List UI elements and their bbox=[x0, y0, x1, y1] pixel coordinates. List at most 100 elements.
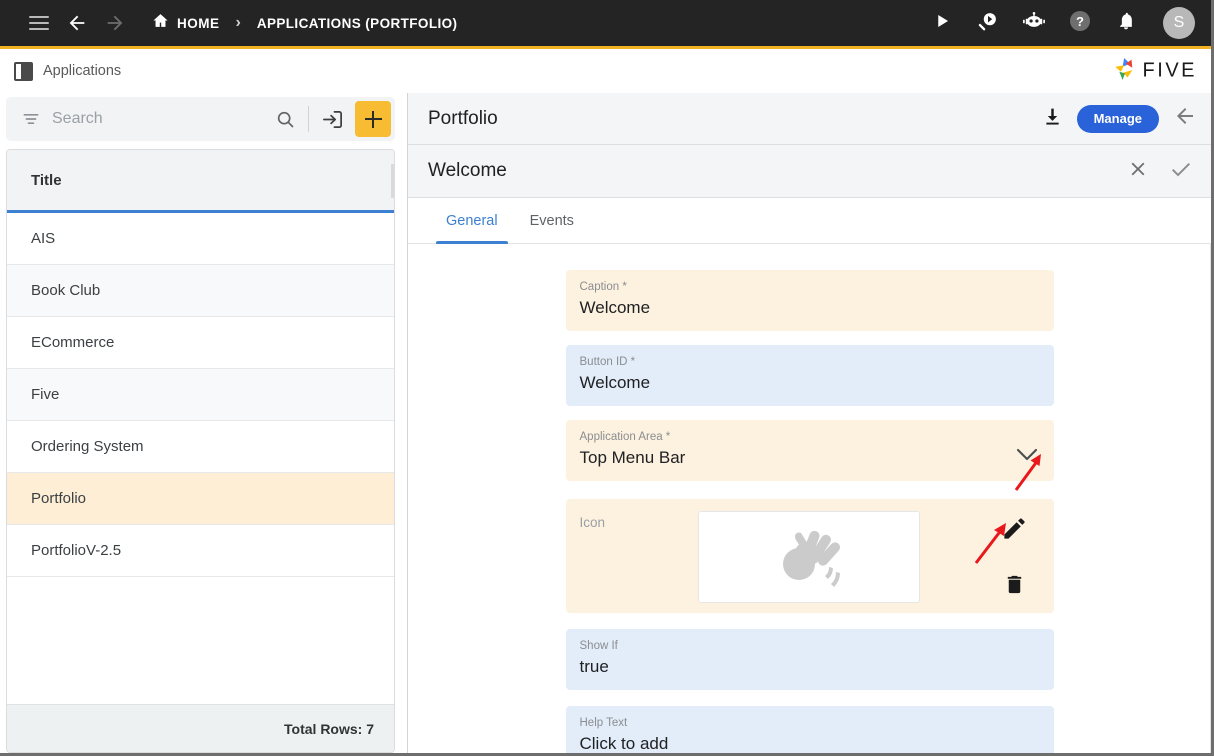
import-icon[interactable] bbox=[315, 102, 349, 136]
table-cell-title: Ordering System bbox=[31, 438, 144, 455]
help-icon: ? bbox=[1068, 9, 1092, 38]
table-cell-title: Five bbox=[31, 386, 59, 403]
five-logo: FIVE bbox=[1112, 56, 1197, 87]
field-button-id-value[interactable]: Welcome bbox=[580, 370, 1040, 396]
field-caption[interactable]: Caption * Welcome bbox=[566, 270, 1054, 331]
table-row[interactable]: Portfolio bbox=[7, 473, 394, 525]
column-header-title[interactable]: Title bbox=[31, 172, 62, 189]
field-button-id-label: Button ID * bbox=[580, 354, 1040, 370]
table-cell-title: AIS bbox=[31, 230, 55, 247]
field-application-area-value[interactable]: Top Menu Bar bbox=[580, 445, 1040, 471]
hamburger-menu-button[interactable] bbox=[20, 4, 58, 42]
field-show-if[interactable]: Show If true bbox=[566, 629, 1054, 690]
chevron-down-icon[interactable] bbox=[1016, 448, 1038, 467]
breadcrumb-separator: › bbox=[236, 14, 241, 32]
field-show-if-label: Show If bbox=[580, 638, 1040, 654]
filter-icon[interactable] bbox=[16, 109, 46, 129]
field-help-text-label: Help Text bbox=[580, 715, 1040, 731]
detail-header: Portfolio Manage bbox=[408, 93, 1211, 145]
breadcrumb-current[interactable]: APPLICATIONS (PORTFOLIO) bbox=[257, 16, 458, 31]
record-header-actions bbox=[1127, 157, 1193, 186]
chat-bot-icon bbox=[1022, 10, 1046, 37]
help-button[interactable]: ? bbox=[1063, 6, 1097, 40]
application-tab-strip: Applications FIVE bbox=[0, 49, 1211, 93]
table-cell-title: Book Club bbox=[31, 282, 100, 299]
table-row[interactable]: PortfolioV-2.5 bbox=[7, 525, 394, 577]
field-caption-value[interactable]: Welcome bbox=[580, 295, 1040, 321]
main-body: Title AIS Book Club ECommerce Five Ordering … bbox=[0, 93, 1211, 753]
top-navigation-bar: HOME › APPLICATIONS (PORTFOLIO) bbox=[0, 0, 1211, 49]
run-button[interactable] bbox=[925, 6, 959, 40]
tab-applications[interactable]: Applications bbox=[14, 62, 121, 81]
panel-right-edge bbox=[1210, 244, 1211, 753]
record-title: Welcome bbox=[428, 160, 507, 182]
field-help-text-value[interactable]: Click to add bbox=[580, 731, 1040, 753]
top-nav-left: HOME › APPLICATIONS (PORTFOLIO) bbox=[20, 4, 457, 42]
pencil-icon[interactable] bbox=[1001, 515, 1028, 547]
toolbar-divider bbox=[308, 106, 309, 132]
detail-back-button[interactable] bbox=[1173, 104, 1197, 133]
svg-text:?: ? bbox=[1076, 14, 1084, 29]
app-root: HOME › APPLICATIONS (PORTFOLIO) bbox=[0, 0, 1214, 756]
table-row[interactable]: Ordering System bbox=[7, 421, 394, 473]
search-icon[interactable] bbox=[268, 109, 302, 130]
field-button-id[interactable]: Button ID * Welcome bbox=[566, 345, 1054, 406]
column-resize-handle[interactable] bbox=[391, 164, 394, 198]
manage-button[interactable]: Manage bbox=[1077, 105, 1159, 133]
tab-events[interactable]: Events bbox=[514, 198, 590, 243]
five-logo-text: FIVE bbox=[1143, 60, 1197, 83]
table-row[interactable]: AIS bbox=[7, 213, 394, 265]
detail-tabs: General Events bbox=[408, 198, 1211, 244]
table-row[interactable]: Five bbox=[7, 369, 394, 421]
download-button[interactable] bbox=[1042, 106, 1063, 132]
save-button[interactable] bbox=[1169, 157, 1193, 186]
search-play-icon bbox=[977, 10, 999, 37]
tab-applications-label: Applications bbox=[43, 63, 121, 79]
run-icon bbox=[933, 12, 951, 35]
arrow-right-icon bbox=[104, 12, 126, 34]
field-show-if-value[interactable]: true bbox=[580, 654, 1040, 680]
table-cell-title: Portfolio bbox=[31, 490, 86, 507]
table-row[interactable]: ECommerce bbox=[7, 317, 394, 369]
breadcrumb-home-label: HOME bbox=[177, 16, 220, 31]
grid-footer: Total Rows: 7 bbox=[7, 704, 394, 752]
field-help-text[interactable]: Help Text Click to add bbox=[566, 706, 1054, 753]
grid-header-row: Title bbox=[7, 150, 394, 213]
five-mark-icon bbox=[1112, 56, 1138, 87]
search-input[interactable] bbox=[46, 110, 268, 128]
cancel-button[interactable] bbox=[1127, 158, 1149, 185]
search-toolbar bbox=[6, 97, 395, 141]
breadcrumb-home[interactable]: HOME bbox=[152, 12, 220, 34]
table-cell-title: ECommerce bbox=[31, 334, 114, 351]
table-row[interactable]: Book Club bbox=[7, 265, 394, 317]
field-caption-label: Caption * bbox=[580, 279, 1040, 295]
field-icon: Icon bbox=[566, 499, 1054, 613]
applications-grid: Title AIS Book Club ECommerce Five Ordering … bbox=[6, 149, 395, 753]
arrow-left-icon bbox=[66, 12, 88, 34]
total-rows-label: Total Rows: 7 bbox=[284, 721, 374, 737]
plus-icon bbox=[365, 111, 382, 128]
applications-list-panel: Title AIS Book Club ECommerce Five Ordering … bbox=[0, 93, 408, 753]
record-header: Welcome bbox=[408, 145, 1211, 198]
detail-panel: Portfolio Manage Welc bbox=[408, 93, 1211, 753]
search-play-button[interactable] bbox=[971, 6, 1005, 40]
add-application-button[interactable] bbox=[355, 101, 391, 137]
grid-row-container: AIS Book Club ECommerce Five Ordering System… bbox=[7, 213, 394, 704]
chat-bot-button[interactable] bbox=[1017, 6, 1051, 40]
tab-label: General bbox=[446, 213, 498, 229]
notifications-button[interactable] bbox=[1109, 6, 1143, 40]
detail-header-actions: Manage bbox=[1042, 104, 1197, 133]
field-application-area[interactable]: Application Area * Top Menu Bar bbox=[566, 420, 1054, 481]
tab-label: Events bbox=[530, 213, 574, 229]
trash-icon[interactable] bbox=[1003, 573, 1026, 601]
icon-preview-box[interactable] bbox=[698, 511, 920, 603]
nav-forward-button[interactable] bbox=[96, 4, 134, 42]
nav-back-button[interactable] bbox=[58, 4, 96, 42]
applications-panel-icon bbox=[14, 62, 33, 81]
table-cell-title: PortfolioV-2.5 bbox=[31, 542, 121, 559]
icon-field-actions bbox=[1001, 511, 1040, 601]
field-icon-label: Icon bbox=[580, 511, 698, 530]
tab-general[interactable]: General bbox=[430, 198, 514, 243]
user-avatar[interactable]: S bbox=[1163, 7, 1195, 39]
home-icon bbox=[152, 12, 169, 34]
